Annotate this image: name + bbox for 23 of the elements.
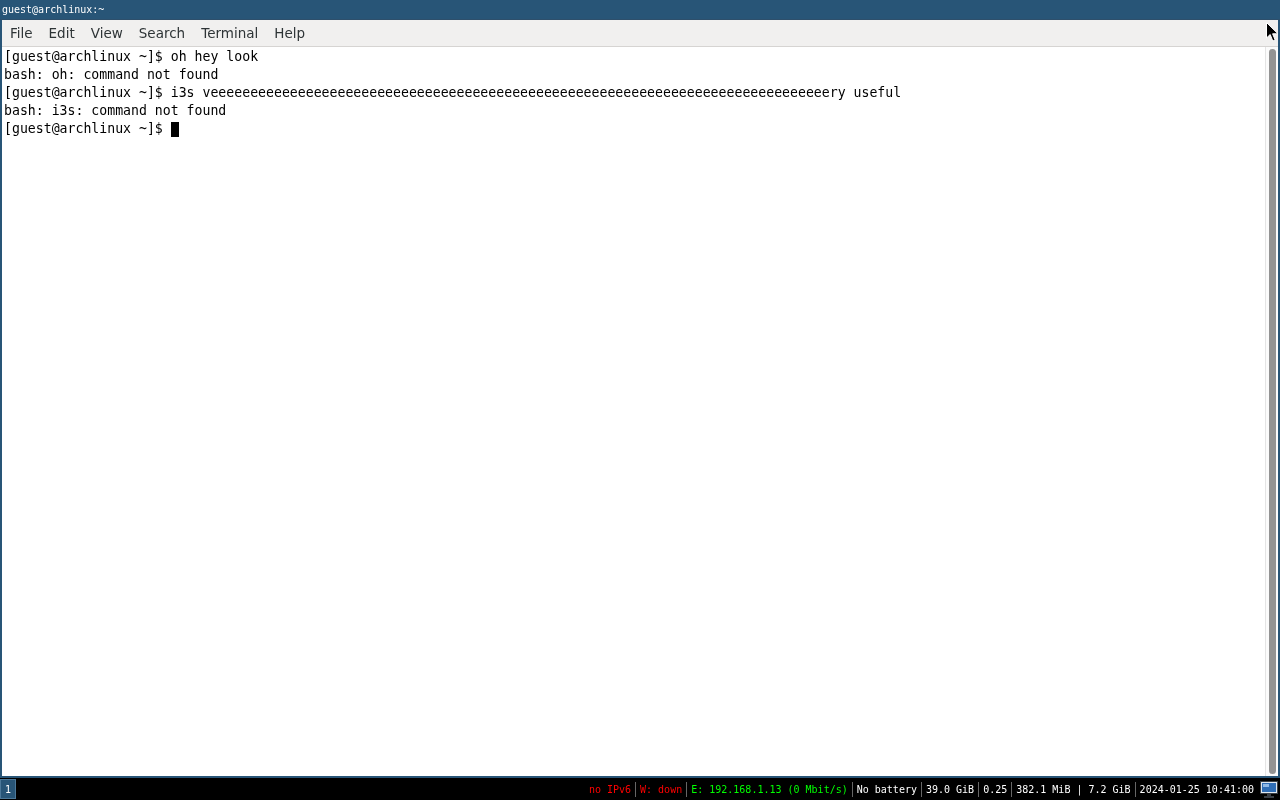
status-text: E: 192.168.1.13 (0 Mbit/s): [691, 782, 848, 797]
status-text: 0.25: [983, 782, 1008, 797]
mouse-pointer-icon: [1266, 22, 1279, 42]
menu-item[interactable]: Help: [266, 20, 314, 46]
terminal-line: bash: i3s: command not found: [4, 102, 227, 120]
menu-item[interactable]: Search: [130, 20, 194, 46]
terminal-line: [guest@archlinux ~]$ i3s veeeeeeeeeeeeeeeeeeeeeeeeeeeeeeeeeeeeeeeeeeeeeeeeeeeeeeeeeeeeeeeeeeeeeeeeeeeeeery useful: [4, 84, 902, 102]
workspace-button[interactable]: 1: [0, 779, 17, 799]
menu-item[interactable]: Terminal: [193, 20, 267, 46]
monitor-icon[interactable]: [1260, 780, 1278, 798]
status-text: No battery: [856, 782, 917, 797]
menu-item[interactable]: File: [2, 20, 41, 46]
window-title: guest@archlinux:~: [2, 3, 105, 17]
status-text: 39.0 GiB: [925, 782, 975, 797]
menu-item[interactable]: View: [82, 20, 131, 46]
status-text: 2024-01-25 10:41:00: [1139, 782, 1254, 797]
status-text: 382.1 MiB | 7.2 GiB: [1016, 782, 1131, 797]
terminal-line: [guest@archlinux ~]$: [4, 120, 163, 138]
menu-item[interactable]: Edit: [40, 20, 83, 46]
status-text: no IPv6: [588, 782, 632, 797]
terminal-line: bash: oh: command not found: [4, 66, 219, 84]
terminal-line: [guest@archlinux ~]$ oh hey look: [4, 48, 259, 66]
status-text: W: down: [640, 782, 683, 797]
